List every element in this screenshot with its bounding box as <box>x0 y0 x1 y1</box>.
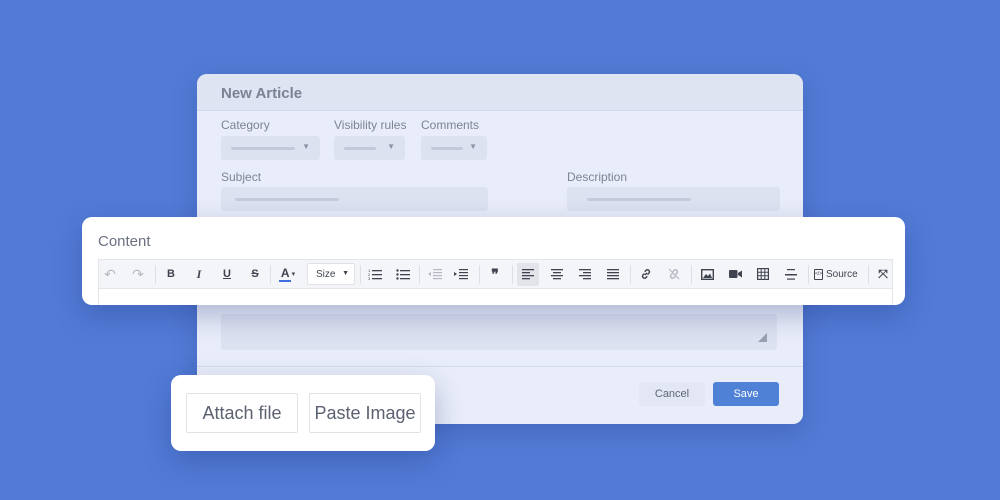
visibility-select[interactable]: ▼ <box>334 136 405 160</box>
text-color-glyph: A <box>280 265 290 280</box>
horizontal-rule-icon[interactable] <box>781 264 801 284</box>
content-editor-card: Content ↶ ↷ B I U S A ▾ Size ▼ 123 ❞ </>… <box>82 217 905 305</box>
visibility-label: Visibility rules <box>334 118 407 132</box>
redo-icon[interactable]: ↷ <box>128 264 148 284</box>
toolbar-divider <box>630 265 631 284</box>
toolbar-divider <box>270 265 271 284</box>
chevron-down-icon: ▾ <box>291 271 296 278</box>
bold-icon[interactable]: B <box>161 264 181 284</box>
description-label: Description <box>567 170 628 184</box>
link-icon[interactable] <box>636 264 656 284</box>
resize-handle-icon[interactable] <box>758 333 767 342</box>
toolbar-divider <box>419 265 420 284</box>
chevron-down-icon: ▼ <box>302 142 310 151</box>
category-select[interactable]: ▼ <box>221 136 320 160</box>
align-center-icon[interactable] <box>547 264 567 284</box>
toolbar-divider <box>360 265 361 284</box>
font-size-select[interactable]: Size ▼ <box>307 263 355 285</box>
content-textarea[interactable] <box>221 314 777 350</box>
italic-icon[interactable]: I <box>189 264 209 284</box>
attach-file-button[interactable]: Attach file <box>186 393 298 433</box>
blockquote-icon[interactable]: ❞ <box>485 264 505 284</box>
subject-input[interactable] <box>221 187 488 211</box>
source-icon: </> <box>814 268 823 280</box>
font-size-label: Size <box>316 269 336 280</box>
bullet-list-icon[interactable] <box>393 264 413 284</box>
editor-content-area[interactable] <box>98 288 893 305</box>
strikethrough-icon[interactable]: S <box>245 264 265 284</box>
text-color-icon[interactable]: A ▾ <box>275 264 301 284</box>
content-label: Content <box>98 233 151 250</box>
image-icon[interactable] <box>697 264 717 284</box>
cancel-button[interactable]: Cancel <box>639 382 705 406</box>
unlink-icon[interactable] <box>664 264 684 284</box>
subject-label: Subject <box>221 170 262 184</box>
description-input[interactable] <box>567 187 780 211</box>
save-button[interactable]: Save <box>713 382 779 406</box>
category-label: Category <box>221 118 270 132</box>
toolbar-divider <box>155 265 156 284</box>
toolbar-divider <box>479 265 480 284</box>
svg-text:3: 3 <box>368 276 371 280</box>
attachment-card: Attach file Paste Image <box>171 375 435 451</box>
ordered-list-icon[interactable]: 123 <box>365 264 385 284</box>
chevron-down-icon: ▼ <box>469 142 477 151</box>
comments-label: Comments <box>421 118 480 132</box>
paste-image-button[interactable]: Paste Image <box>309 393 421 433</box>
fullscreen-icon[interactable]: ⤧ <box>873 264 893 284</box>
outdent-icon[interactable] <box>425 264 445 284</box>
text-color-swatch <box>278 279 291 282</box>
table-icon[interactable] <box>753 264 773 284</box>
toolbar-divider <box>512 265 513 284</box>
toolbar-divider <box>868 265 869 284</box>
source-label: Source <box>826 268 858 280</box>
dialog-title: New Article <box>221 85 303 102</box>
undo-icon[interactable]: ↶ <box>100 264 120 284</box>
source-button[interactable]: </> Source <box>814 264 858 284</box>
align-right-icon[interactable] <box>575 264 595 284</box>
chevron-down-icon: ▼ <box>342 270 349 277</box>
chevron-down-icon: ▼ <box>387 142 395 151</box>
comments-select[interactable]: ▼ <box>421 136 487 160</box>
underline-icon[interactable]: U <box>217 264 237 284</box>
align-left-icon[interactable] <box>517 263 539 286</box>
toolbar-divider <box>691 265 692 284</box>
toolbar-divider <box>808 265 809 284</box>
editor-toolbar: ↶ ↷ B I U S A ▾ Size ▼ 123 ❞ </> Source … <box>98 259 893 288</box>
dialog-footer-divider <box>197 366 803 367</box>
video-icon[interactable] <box>725 264 745 284</box>
align-justify-icon[interactable] <box>603 264 623 284</box>
indent-icon[interactable] <box>451 264 471 284</box>
